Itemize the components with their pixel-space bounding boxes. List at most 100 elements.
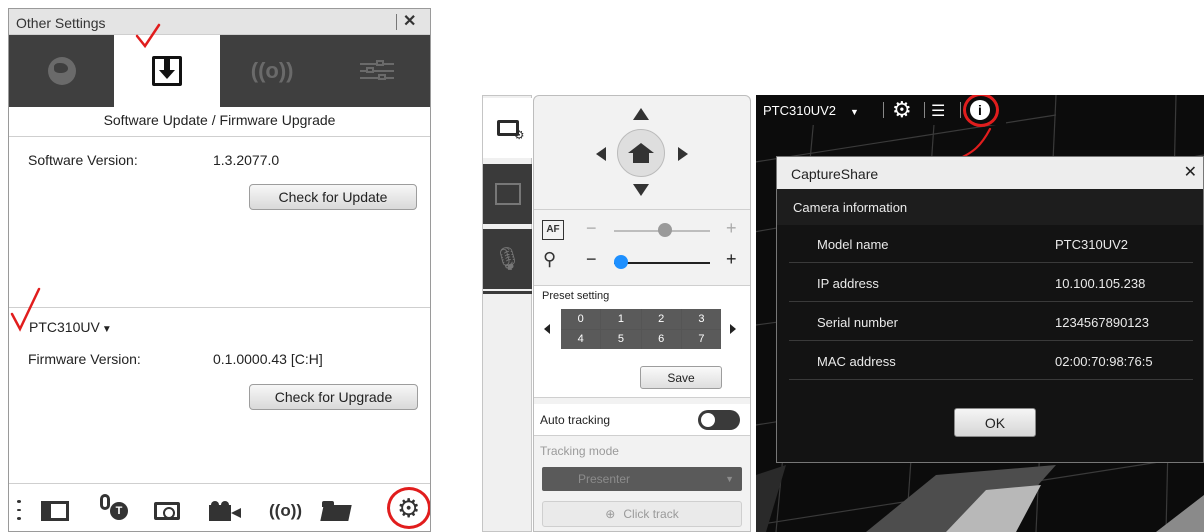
camera-icon[interactable] xyxy=(154,498,180,524)
preset-button[interactable]: 3 xyxy=(681,309,721,329)
more-icon[interactable] xyxy=(15,497,23,523)
mode-sidebar: 🎙 xyxy=(482,95,532,532)
tracking-mode-select[interactable]: Presenter ▼ xyxy=(542,467,742,491)
software-version-label: Software Version: xyxy=(28,152,138,168)
sidebar-divider xyxy=(483,291,532,294)
broadcast-icon: ((o)) xyxy=(250,58,294,83)
home-button[interactable] xyxy=(617,129,665,177)
dialog-section-header: Camera information xyxy=(777,189,1203,225)
mic-tracking-icon[interactable]: T xyxy=(96,494,130,520)
target-icon: ⊕ xyxy=(605,507,616,521)
model-dropdown[interactable]: PTC310UV ▼ xyxy=(29,319,112,335)
zoom-icon: ⚲ xyxy=(543,249,557,269)
ok-button[interactable]: OK xyxy=(954,408,1036,437)
pan-down-button[interactable] xyxy=(633,184,649,196)
broadcast-icon[interactable]: ((o)) xyxy=(269,498,302,524)
info-row: MAC address 02:00:70:98:76:5 xyxy=(789,342,1193,380)
pan-up-button[interactable] xyxy=(633,108,649,120)
folder-icon[interactable] xyxy=(320,498,352,524)
camera-control-panel: AF − + ⚲ − + Preset setting 0 1 2 3 4 5 … xyxy=(533,95,751,532)
info-row: Model name PTC310UV2 xyxy=(789,225,1193,263)
tracking-mode-value: Presenter xyxy=(578,472,631,486)
toolbar-separator xyxy=(924,102,925,118)
auto-tracking-label: Auto tracking xyxy=(540,413,611,427)
info-value: PTC310UV2 xyxy=(1055,237,1128,252)
autofocus-button[interactable]: AF xyxy=(542,220,564,240)
zoom-minus-button[interactable]: − xyxy=(586,249,597,270)
zoom-slider-knob[interactable] xyxy=(614,255,628,269)
other-settings-panel: Other Settings ✕ ((o)) Software Update /… xyxy=(8,8,431,532)
screen-tab[interactable] xyxy=(483,164,532,224)
check-update-button[interactable]: Check for Update xyxy=(249,184,417,210)
auto-tracking-toggle[interactable] xyxy=(698,410,740,430)
zoom-plus-button[interactable]: + xyxy=(726,249,737,270)
camera-info-dialog: CaptureShare ✕ Camera information Model … xyxy=(776,156,1204,463)
chevron-down-icon: ▼ xyxy=(725,474,734,484)
pan-right-button[interactable] xyxy=(678,147,688,161)
firmware-version-value: 0.1.0000.43 [C:H] xyxy=(213,351,323,367)
click-track-label: Click track xyxy=(623,507,679,521)
tab-adjustments[interactable] xyxy=(325,35,430,107)
video-camera-icon[interactable] xyxy=(209,498,241,524)
settings-tab-bar: ((o)) xyxy=(9,35,430,107)
annotation-circle xyxy=(963,95,999,127)
mic-tracking-tab[interactable]: 🎙 xyxy=(483,229,532,289)
title-separator xyxy=(396,14,397,30)
preset-button[interactable]: 2 xyxy=(641,309,681,329)
preset-button[interactable]: 1 xyxy=(601,309,641,329)
info-label: Serial number xyxy=(817,315,898,330)
focus-slider-knob[interactable] xyxy=(658,223,672,237)
list-icon[interactable]: ☰ xyxy=(931,101,945,121)
close-icon[interactable]: ✕ xyxy=(1184,162,1197,182)
auto-tracking-row: Auto tracking xyxy=(534,404,750,436)
chevron-down-icon: ▼ xyxy=(101,324,112,335)
tab-update[interactable] xyxy=(114,35,220,107)
save-button[interactable]: Save xyxy=(640,366,722,389)
preset-grid: 0 1 2 3 4 5 6 7 xyxy=(561,309,721,349)
firmware-version-label: Firmware Version: xyxy=(28,351,141,367)
screen-share-icon[interactable] xyxy=(41,498,69,524)
gear-icon[interactable]: ⚙ xyxy=(892,97,912,123)
tab-broadcast[interactable]: ((o)) xyxy=(220,35,325,107)
pan-left-button[interactable] xyxy=(596,147,606,161)
download-icon xyxy=(151,56,182,86)
preset-button[interactable]: 6 xyxy=(641,329,681,349)
camera-dropdown[interactable]: PTC310UV2 ▼ xyxy=(763,103,859,118)
preset-next-button[interactable] xyxy=(730,324,736,334)
software-version-value: 1.3.2077.0 xyxy=(213,152,280,168)
focus-minus-button[interactable]: − xyxy=(586,218,597,239)
bottom-toolbar: T ((o)) ⚙ xyxy=(9,483,430,531)
preset-prev-button[interactable] xyxy=(544,324,550,334)
mic-tracking-icon: 🎙 xyxy=(493,246,522,271)
toolbar-separator xyxy=(883,102,884,118)
zoom-slider[interactable] xyxy=(614,262,710,264)
close-icon[interactable]: ✕ xyxy=(403,11,416,31)
globe-icon xyxy=(47,57,76,85)
preset-button[interactable]: 4 xyxy=(561,329,601,349)
preset-section: Preset setting 0 1 2 3 4 5 6 7 Save xyxy=(534,285,750,398)
section-title: Software Update / Firmware Upgrade xyxy=(103,112,336,128)
preset-button[interactable]: 5 xyxy=(601,329,641,349)
tab-network[interactable] xyxy=(9,35,114,107)
annotation-circle xyxy=(387,487,430,529)
preset-title: Preset setting xyxy=(542,290,610,302)
check-upgrade-button[interactable]: Check for Upgrade xyxy=(249,384,418,410)
info-label: Model name xyxy=(817,237,889,252)
focus-plus-button[interactable]: + xyxy=(726,218,737,239)
info-value: 02:00:70:98:76:5 xyxy=(1055,354,1153,369)
viewer-toolbar: PTC310UV2 ▼ ⚙ ☰ i xyxy=(756,95,1006,127)
model-dropdown-value: PTC310UV xyxy=(29,319,100,335)
info-value: 10.100.105.238 xyxy=(1055,276,1146,291)
click-track-button[interactable]: ⊕ Click track xyxy=(542,501,742,527)
toolbar-separator xyxy=(960,102,961,118)
camera-settings-tab[interactable] xyxy=(483,98,532,158)
info-row: Serial number 1234567890123 xyxy=(789,303,1193,341)
info-value: 1234567890123 xyxy=(1055,315,1149,330)
info-row: IP address 10.100.105.238 xyxy=(789,264,1193,302)
chevron-down-icon: ▼ xyxy=(849,107,859,117)
screen-icon xyxy=(494,183,521,205)
camera-settings-icon xyxy=(496,120,525,142)
preset-button[interactable]: 0 xyxy=(561,309,601,329)
section-title: Camera information xyxy=(793,200,908,215)
preset-button[interactable]: 7 xyxy=(681,329,721,349)
